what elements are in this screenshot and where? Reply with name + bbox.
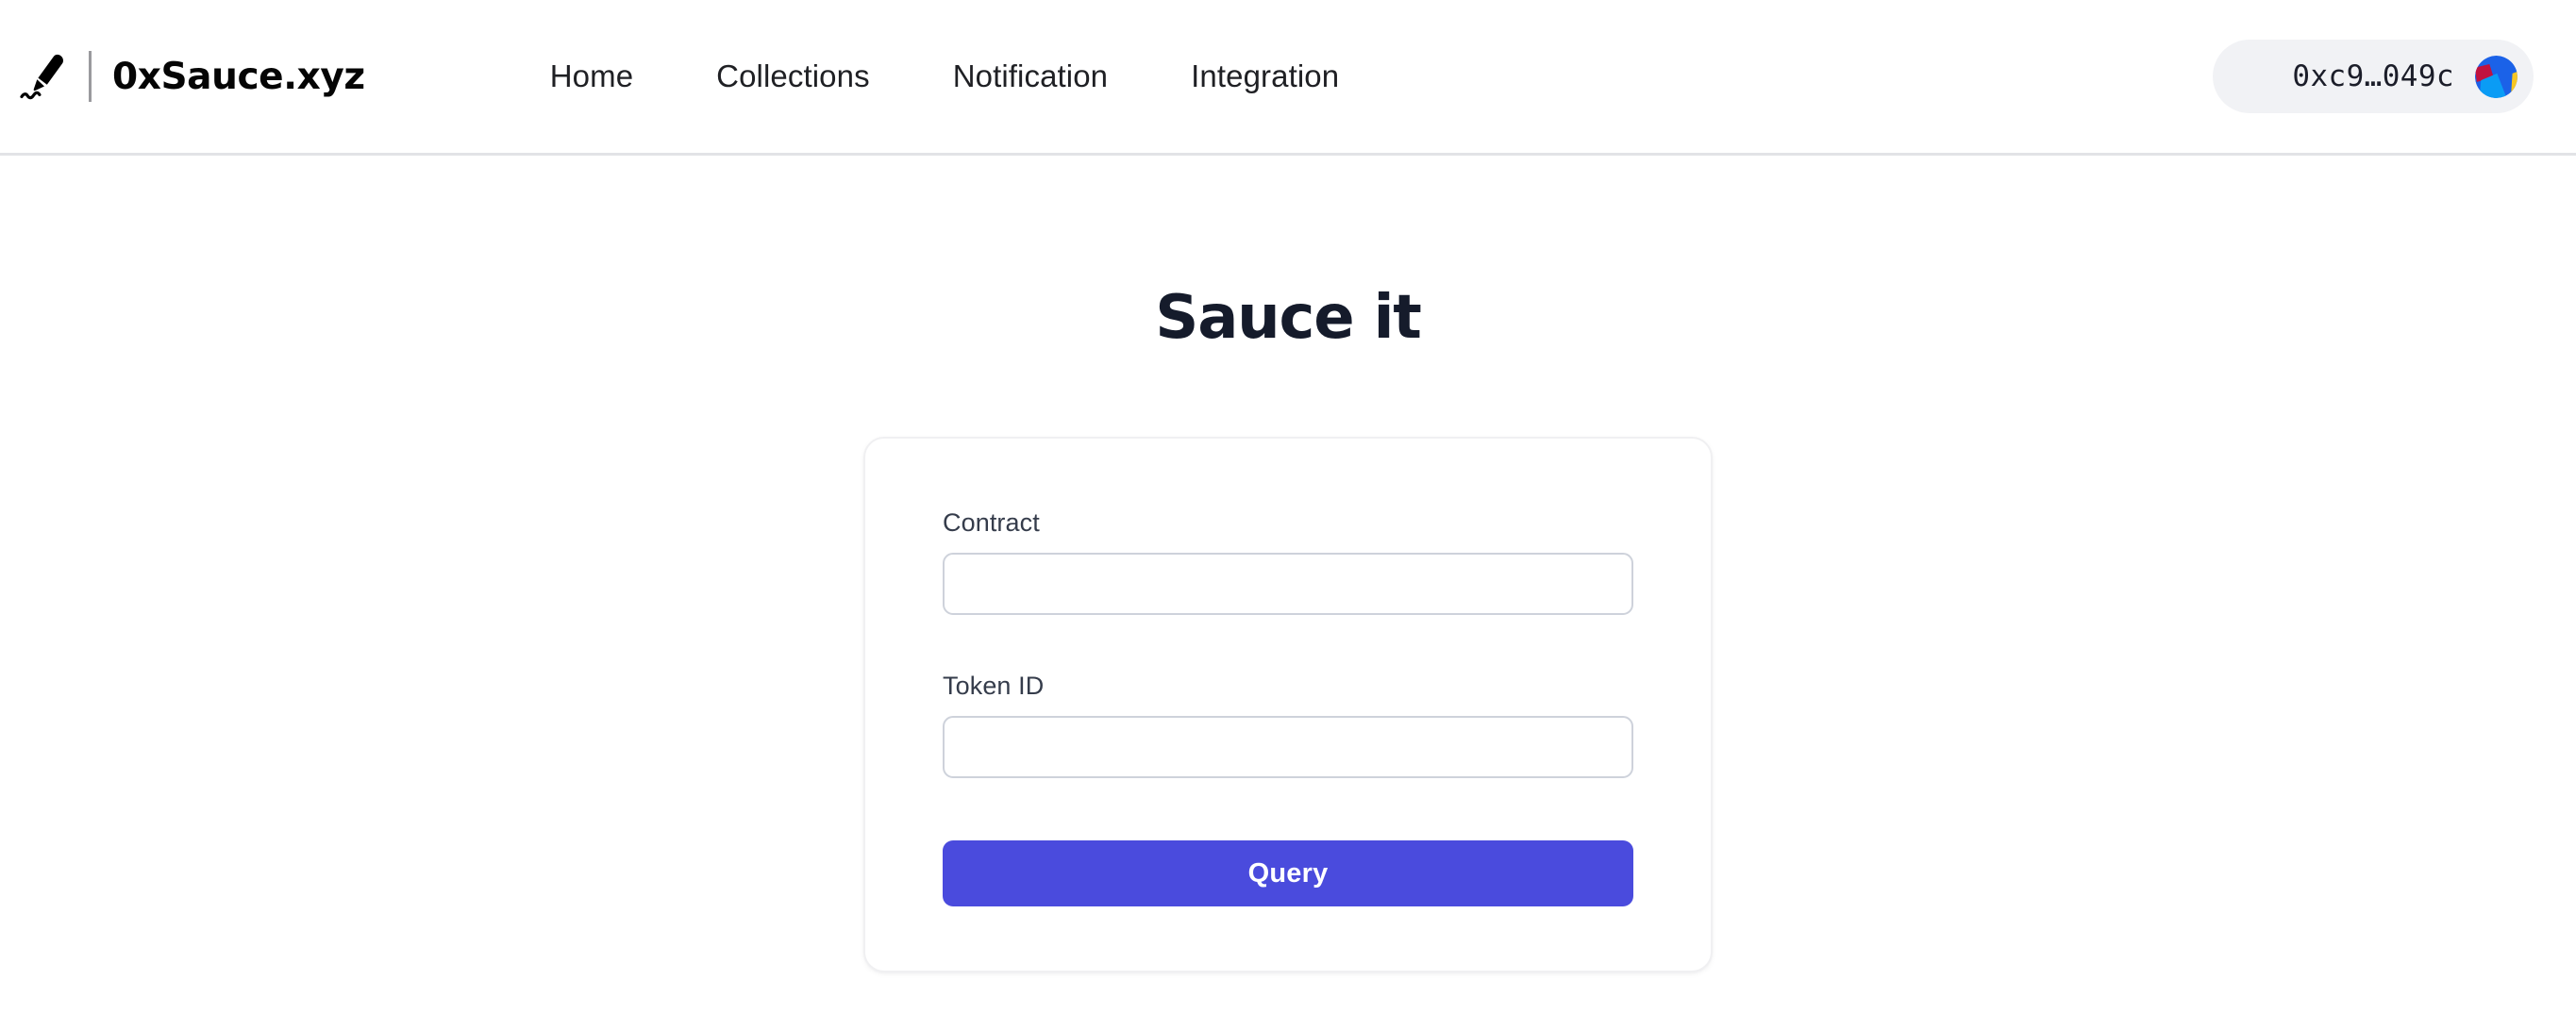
- nav-link-home[interactable]: Home: [550, 49, 633, 104]
- field-token-id: Token ID: [943, 672, 1633, 778]
- wallet-jazzicon: [2475, 55, 2517, 98]
- nav-link-integration[interactable]: Integration: [1191, 49, 1339, 104]
- site-header: 0xSauce.xyz Home Collections Notificatio…: [0, 0, 2576, 156]
- pen-squiggle-icon: [20, 54, 64, 100]
- token-id-input[interactable]: [943, 716, 1633, 778]
- main-content: Sauce it Contract Token ID Query: [0, 156, 2576, 1027]
- wallet-button[interactable]: 0xc9…049c: [2213, 40, 2534, 113]
- brand-logo[interactable]: 0xSauce.xyz: [17, 47, 365, 106]
- nav-link-collections[interactable]: Collections: [716, 49, 870, 104]
- contract-input[interactable]: [943, 553, 1633, 615]
- nav-link-notification[interactable]: Notification: [953, 49, 1108, 104]
- token-id-label: Token ID: [943, 672, 1045, 700]
- query-form-card: Contract Token ID Query: [863, 437, 1713, 972]
- brand-divider: [89, 51, 92, 102]
- field-contract: Contract: [943, 508, 1633, 615]
- query-button[interactable]: Query: [943, 840, 1633, 906]
- contract-label: Contract: [943, 508, 1040, 537]
- page-title: Sauce it: [1155, 283, 1422, 353]
- primary-nav: Home Collections Notification Integratio…: [550, 49, 1339, 104]
- brand-name: 0xSauce.xyz: [112, 55, 365, 98]
- wallet-address: 0xc9…049c: [2292, 59, 2454, 93]
